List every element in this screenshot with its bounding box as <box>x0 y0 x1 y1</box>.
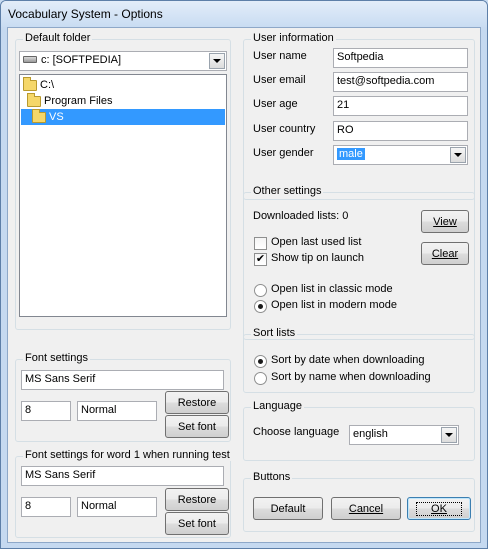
other-settings-group: Other settings Downloaded lists: 0 View … <box>243 185 475 340</box>
open-last-used-checkbox[interactable] <box>254 237 267 250</box>
folder-icon <box>27 92 41 107</box>
language-value: english <box>353 428 388 440</box>
user-gender-label: User gender <box>253 147 314 159</box>
show-tip-label: Show tip on launch <box>271 252 364 264</box>
check-icon: ✔ <box>255 253 266 265</box>
folder-tree[interactable]: C:\ Program Files VS <box>19 74 227 317</box>
sort-by-date-radio[interactable] <box>254 355 267 368</box>
test-font-name-field[interactable]: MS Sans Serif <box>21 466 224 486</box>
ok-button-label: OK <box>431 502 447 515</box>
test-font-style-field[interactable]: Normal <box>77 497 157 517</box>
tree-item-program-files[interactable]: Program Files <box>27 92 113 109</box>
folder-open-icon <box>32 108 46 123</box>
show-tip-checkbox[interactable]: ✔ <box>254 253 267 266</box>
test-restore-button[interactable]: Restore <box>165 488 229 511</box>
chevron-down-icon[interactable] <box>441 427 457 443</box>
other-settings-title: Other settings <box>251 185 324 197</box>
sort-by-name-radio[interactable] <box>254 372 267 385</box>
user-age-field[interactable]: 21 <box>333 96 468 116</box>
user-info-title: User information <box>251 32 336 44</box>
user-country-field[interactable]: RO <box>333 121 468 141</box>
language-select[interactable]: english <box>349 425 459 445</box>
folder-icon <box>23 76 37 91</box>
font-settings-test-group: Font settings for word 1 when running te… <box>15 449 232 538</box>
chevron-down-icon[interactable] <box>450 147 466 163</box>
sort-by-date-label: Sort by date when downloading <box>271 354 425 366</box>
sort-lists-group: Sort lists Sort by date when downloading… <box>243 327 475 393</box>
font-settings-group: Font settings MS Sans Serif 8 Normal Res… <box>15 352 231 442</box>
modern-mode-radio[interactable] <box>254 300 267 313</box>
user-age-label: User age <box>253 98 298 110</box>
language-title: Language <box>251 400 304 412</box>
cancel-button-label: Cancel <box>348 502 384 515</box>
view-button-label: View <box>433 215 457 228</box>
font-size-field[interactable]: 8 <box>21 401 71 421</box>
cancel-button[interactable]: Cancel <box>331 497 401 520</box>
drive-value: c: [SOFTPEDIA] <box>41 54 122 66</box>
tree-item-label: C:\ <box>40 79 55 91</box>
open-last-used-label: Open last used list <box>271 236 362 248</box>
user-name-label: User name <box>253 50 307 62</box>
font-settings-test-title: Font settings for word 1 when running te… <box>23 449 232 461</box>
font-settings-title: Font settings <box>23 352 90 364</box>
user-email-label: User email <box>253 74 306 86</box>
choose-language-label: Choose language <box>253 426 340 438</box>
modern-mode-label: Open list in modern mode <box>271 299 397 311</box>
client-area: Default folder c: [SOFTPEDIA] C:\ Progra… <box>7 27 481 543</box>
buttons-title: Buttons <box>251 471 293 483</box>
user-info-group: User information User name Softpedia Use… <box>243 32 475 200</box>
downloaded-lists-text: Downloaded lists: 0 <box>253 210 349 222</box>
sort-by-name-label: Sort by name when downloading <box>271 371 431 383</box>
tree-item-label: Program Files <box>44 95 113 107</box>
options-window: Vocabulary System - Options Default fold… <box>0 0 488 549</box>
user-gender-value: male <box>337 148 365 160</box>
classic-mode-label: Open list in classic mode <box>271 283 393 295</box>
font-style-field[interactable]: Normal <box>77 401 157 421</box>
clear-button-label: Clear <box>431 247 459 260</box>
user-country-label: User country <box>253 123 316 135</box>
user-gender-select[interactable]: male <box>333 145 468 165</box>
test-font-size-field[interactable]: 8 <box>21 497 71 517</box>
tree-item-label: VS <box>49 111 64 123</box>
ok-focus-rect: OK <box>416 501 462 516</box>
language-group: Language Choose language english <box>243 400 475 461</box>
default-folder-title: Default folder <box>23 32 93 44</box>
font-name-field[interactable]: MS Sans Serif <box>21 370 224 390</box>
sort-lists-title: Sort lists <box>251 327 298 339</box>
tree-item-vs[interactable]: VS <box>21 108 225 125</box>
user-email-field[interactable]: test@softpedia.com <box>333 72 468 92</box>
window-title: Vocabulary System - Options <box>8 7 163 21</box>
title-bar[interactable]: Vocabulary System - Options <box>1 1 487 27</box>
ok-button[interactable]: OK <box>407 497 471 520</box>
buttons-group: Buttons Default Cancel OK <box>243 471 475 532</box>
drive-select[interactable]: c: [SOFTPEDIA] <box>19 51 227 71</box>
test-set-font-button[interactable]: Set font <box>165 512 229 535</box>
set-font-button[interactable]: Set font <box>165 415 229 438</box>
drive-icon <box>23 56 37 63</box>
default-button[interactable]: Default <box>253 497 323 520</box>
user-name-field[interactable]: Softpedia <box>333 48 468 68</box>
clear-button[interactable]: Clear <box>421 242 469 265</box>
default-folder-group: Default folder c: [SOFTPEDIA] C:\ Progra… <box>15 32 231 330</box>
chevron-down-icon[interactable] <box>209 53 225 69</box>
classic-mode-radio[interactable] <box>254 284 267 297</box>
view-button[interactable]: View <box>421 210 469 233</box>
restore-button[interactable]: Restore <box>165 391 229 414</box>
tree-item-root[interactable]: C:\ <box>23 76 55 93</box>
